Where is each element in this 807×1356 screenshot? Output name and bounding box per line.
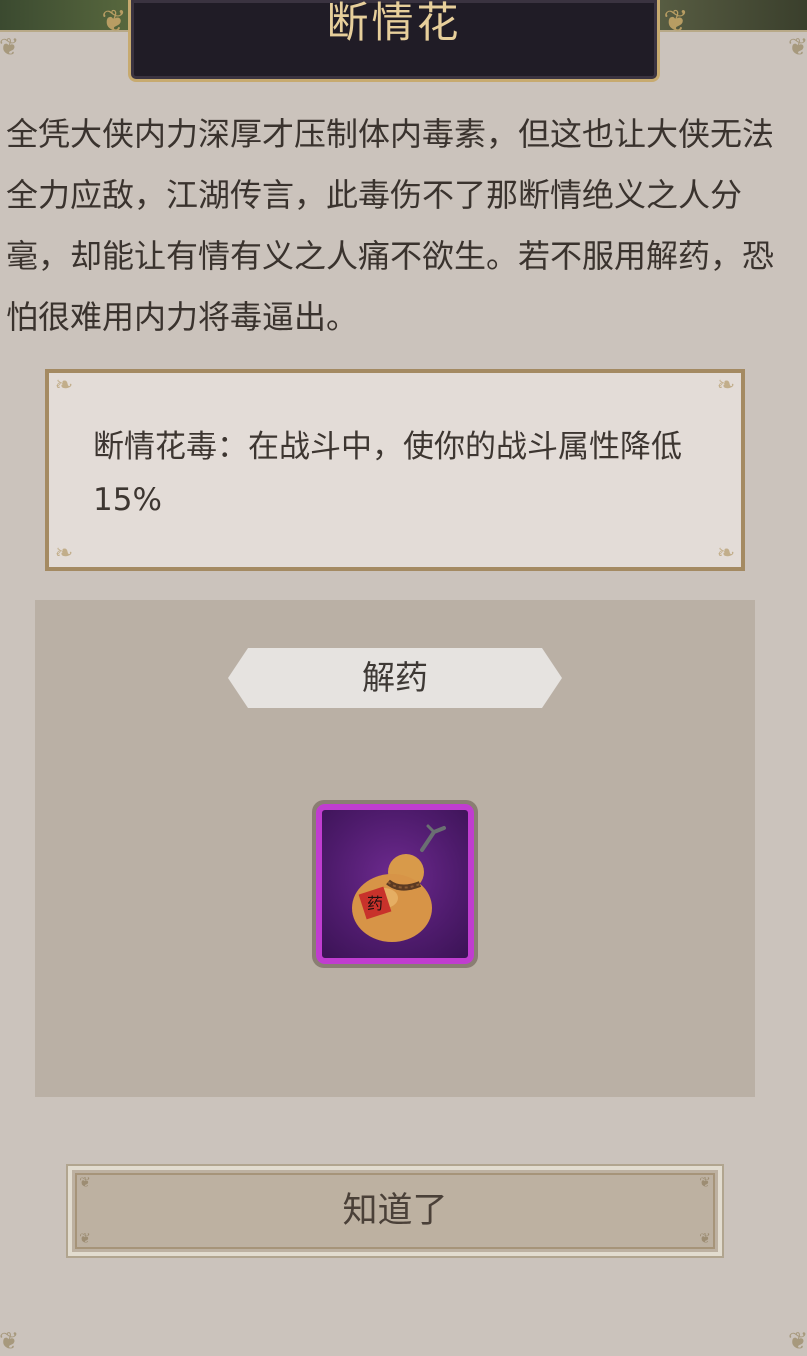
corner-ornament-icon: ❧ [716,541,736,566]
gourd-medicine-icon: 药 [352,824,446,942]
title-flourish-right-icon: ❦ [663,4,689,39]
confirm-button[interactable]: ❦ ❦ ❦ ❦ 知道了 [66,1164,724,1258]
popup-title: 断情花 [326,0,462,47]
title-plate: 断情花 [128,0,660,82]
poison-description: 全凭大侠内力深厚才压制体内毒素，但这也让大侠无法全力应敌，江湖传言，此毒伤不了那… [6,115,775,336]
antidote-label: 解药 [362,658,428,697]
corner-ornament-icon: ❧ [716,373,736,398]
item-tag-text: 药 [367,894,383,913]
corner-ornament-icon: ❧ [54,373,74,398]
antidote-section: 解药 药 [35,600,755,1097]
poison-effect-text: 断情花毒：在战斗中，使你的战斗属性降低15% [93,429,682,518]
corner-ornament-icon: ❧ [54,541,74,566]
item-frame: 药 [316,804,474,964]
confirm-button-label: 知道了 [342,1191,448,1231]
corner-ornament-right: ❦ [787,33,807,61]
poison-effect-box: ❧ ❧ ❧ ❧ 断情花毒：在战斗中，使你的战斗属性降低15% [45,369,745,571]
antidote-label-banner: 解药 [228,648,562,708]
corner-ornament-left: ❦ [0,33,20,61]
corner-ornament-bottom-left: ❦ [0,1327,20,1355]
antidote-item-slot[interactable]: 药 [312,800,478,968]
title-flourish-left-icon: ❦ [101,4,127,39]
corner-ornament-bottom-right: ❦ [787,1327,807,1355]
